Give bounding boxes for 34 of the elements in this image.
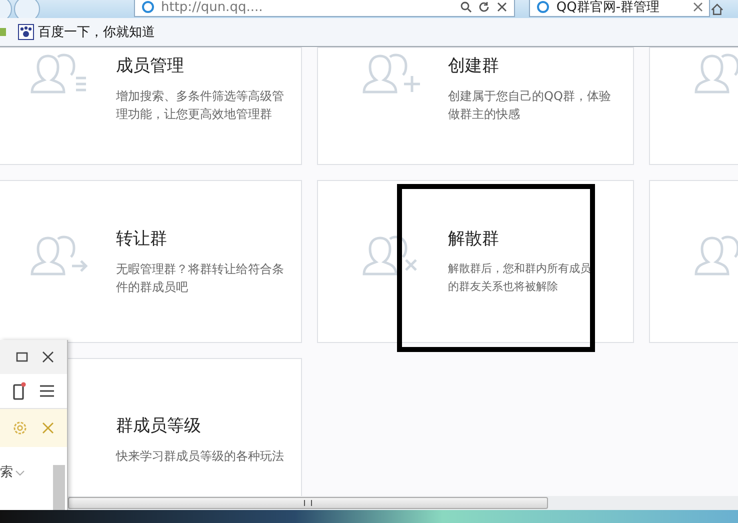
home-icon[interactable] <box>710 3 724 15</box>
card-title: 创建群 <box>448 55 500 77</box>
address-bar[interactable]: http://qun.qq.... <box>134 0 516 17</box>
phone-icon[interactable] <box>12 382 26 400</box>
card-title: 群成员等级 <box>116 415 202 437</box>
tab-title: QQ群官网-群管理 <box>556 0 661 16</box>
browser-tab[interactable]: QQ群官网-群管理 <box>529 0 710 17</box>
refresh-icon[interactable] <box>478 1 490 13</box>
card-title: 成员管理 <box>116 55 185 77</box>
close-icon[interactable] <box>496 1 508 13</box>
close-icon[interactable] <box>692 2 703 12</box>
card-description: 快来学习群成员等级的各种玩法 <box>116 448 285 465</box>
search-icon[interactable] <box>460 1 472 13</box>
card-description: 创建属于您自己的QQ群，体验做群主的快感 <box>448 88 612 123</box>
close-icon[interactable] <box>42 351 54 363</box>
paw-icon <box>18 24 34 40</box>
card-description: 无暇管理群？将群转让给符合条件的群成员吧 <box>116 261 285 296</box>
globe-icon <box>536 0 550 14</box>
chevron-down-icon <box>15 470 25 476</box>
menu-icon[interactable] <box>40 385 54 397</box>
favorite-link[interactable]: 百度一下，你就知道 <box>18 23 155 41</box>
maximize-icon[interactable] <box>16 351 28 363</box>
scrollbar[interactable] <box>53 465 65 510</box>
feature-card[interactable]: 转让群 无暇管理群？将群转让给符合条件的群成员吧 <box>0 180 302 343</box>
card-description: 增加搜索、多条件筛选等高级管理功能，让您更高效地管理群 <box>116 88 285 123</box>
address-text: http://qun.qq.... <box>161 0 264 14</box>
scrollbar-thumb[interactable] <box>68 497 548 509</box>
feature-card[interactable]: 解散群 解散群后，您和群内所有成员的群友关系也将被解除 <box>317 180 634 343</box>
card-title: 转让群 <box>116 228 168 250</box>
card-title: 解散群 <box>448 228 500 250</box>
card-description: 解散群后，您和群内所有成员的群友关系也将被解除 <box>448 261 591 295</box>
feature-card[interactable]: 创建群 创建属于您自己的QQ群，体验做群主的快感 <box>317 47 634 165</box>
feature-card[interactable]: 成员管理 增加搜索、多条件筛选等高级管理功能，让您更高效地管理群 <box>0 47 302 165</box>
globe-icon <box>141 0 155 14</box>
